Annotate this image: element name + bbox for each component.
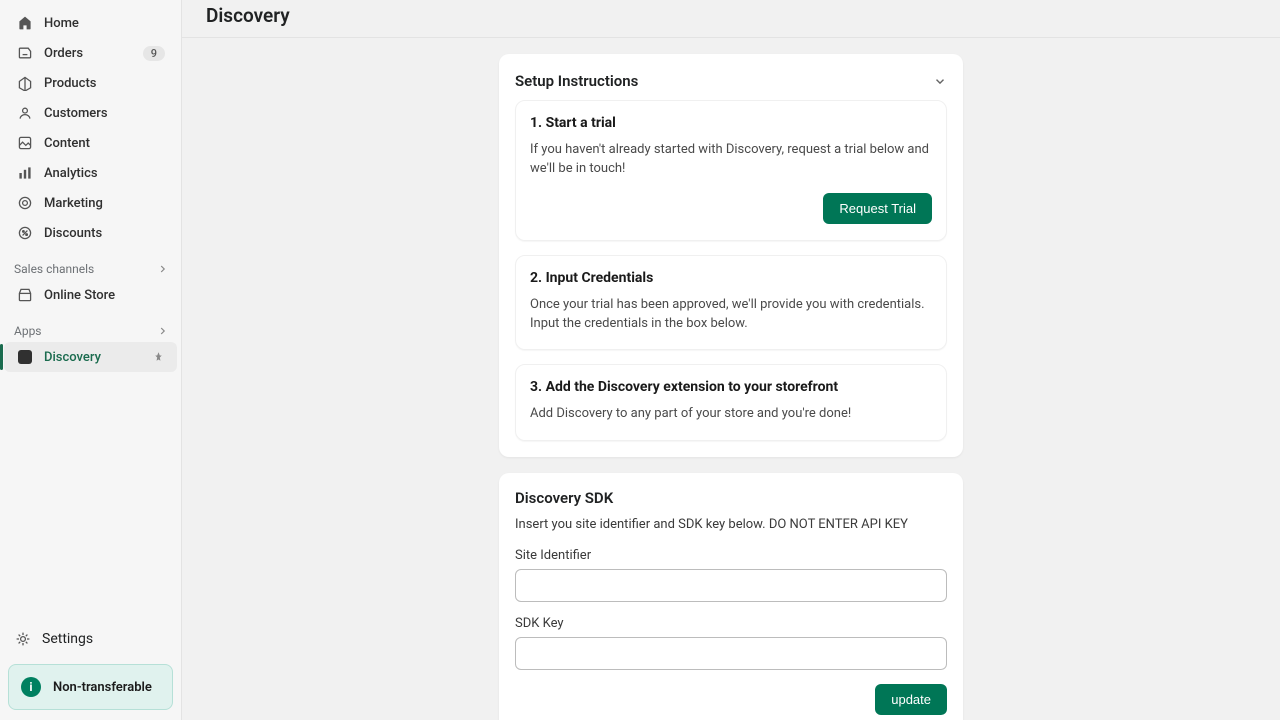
nav-label: Discovery xyxy=(44,350,152,365)
store-icon xyxy=(16,286,34,304)
discounts-icon xyxy=(16,224,34,242)
chevron-right-icon xyxy=(157,325,169,337)
nav-item-app-discovery[interactable]: Discovery xyxy=(4,342,177,372)
info-banner: i Non-transferable xyxy=(8,664,173,710)
sdk-title: Discovery SDK xyxy=(515,489,947,507)
apps-header[interactable]: Apps xyxy=(0,310,181,342)
sdk-card: Discovery SDK Insert you site identifier… xyxy=(499,473,963,720)
step-add-extension: 3. Add the Discovery extension to your s… xyxy=(515,364,947,441)
step-body: Once your trial has been approved, we'll… xyxy=(530,296,932,334)
banner-text: Non-transferable xyxy=(53,680,152,695)
step-start-trial: 1. Start a trial If you haven't already … xyxy=(515,100,947,241)
sidebar: Home Orders 9 Products Customers C xyxy=(0,0,182,720)
orders-badge: 9 xyxy=(143,46,165,61)
step-title: 1. Start a trial xyxy=(530,115,932,131)
nav-item-products[interactable]: Products xyxy=(4,68,177,98)
info-icon: i xyxy=(21,677,41,697)
site-identifier-label: Site Identifier xyxy=(515,548,947,563)
page-title: Discovery xyxy=(206,4,1256,27)
customers-icon xyxy=(16,104,34,122)
nav-item-orders[interactable]: Orders 9 xyxy=(4,38,177,68)
nav-item-analytics[interactable]: Analytics xyxy=(4,158,177,188)
app-icon xyxy=(16,348,34,366)
analytics-icon xyxy=(16,164,34,182)
sales-channels-header[interactable]: Sales channels xyxy=(0,248,181,280)
nav-label: Content xyxy=(44,136,165,151)
step-input-credentials: 2. Input Credentials Once your trial has… xyxy=(515,255,947,351)
sdk-key-field: SDK Key xyxy=(515,616,947,670)
nav-label: Online Store xyxy=(44,288,165,303)
content: Setup Instructions 1. Start a trial If y… xyxy=(182,38,1280,720)
request-trial-button[interactable]: Request Trial xyxy=(823,193,932,224)
nav-item-home[interactable]: Home xyxy=(4,8,177,38)
site-identifier-input[interactable] xyxy=(515,569,947,602)
step-body: If you haven't already started with Disc… xyxy=(530,141,932,179)
nav-label: Analytics xyxy=(44,166,165,181)
content-icon xyxy=(16,134,34,152)
nav-label: Orders xyxy=(44,46,143,61)
card-title: Setup Instructions xyxy=(515,72,638,90)
nav-item-content[interactable]: Content xyxy=(4,128,177,158)
section-label: Sales channels xyxy=(14,262,94,276)
nav-label: Customers xyxy=(44,106,165,121)
nav-label: Home xyxy=(44,16,165,31)
nav-label: Products xyxy=(44,76,165,91)
nav-item-customers[interactable]: Customers xyxy=(4,98,177,128)
nav-item-online-store[interactable]: Online Store xyxy=(4,280,177,310)
setup-instructions-card: Setup Instructions 1. Start a trial If y… xyxy=(499,54,963,457)
sdk-key-input[interactable] xyxy=(515,637,947,670)
nav-list: Home Orders 9 Products Customers C xyxy=(0,8,181,618)
chevron-right-icon xyxy=(157,263,169,275)
step-body: Add Discovery to any part of your store … xyxy=(530,405,932,424)
step-title: 2. Input Credentials xyxy=(530,270,932,286)
marketing-icon xyxy=(16,194,34,212)
gear-icon xyxy=(14,630,32,648)
nav-item-marketing[interactable]: Marketing xyxy=(4,188,177,218)
nav-item-settings[interactable]: Settings xyxy=(8,624,173,654)
main: Discovery Setup Instructions 1. Start a … xyxy=(182,0,1280,720)
page-header: Discovery xyxy=(182,0,1280,38)
chevron-down-icon xyxy=(933,74,947,88)
update-button[interactable]: update xyxy=(875,684,947,715)
home-icon xyxy=(16,14,34,32)
nav-label: Discounts xyxy=(44,226,165,241)
settings-label: Settings xyxy=(42,631,93,647)
site-identifier-field: Site Identifier xyxy=(515,548,947,602)
nav-item-discounts[interactable]: Discounts xyxy=(4,218,177,248)
nav-label: Marketing xyxy=(44,196,165,211)
sdk-desc: Insert you site identifier and SDK key b… xyxy=(515,517,947,532)
sidebar-bottom: Settings i Non-transferable xyxy=(0,618,181,720)
orders-icon xyxy=(16,44,34,62)
sdk-key-label: SDK Key xyxy=(515,616,947,631)
pin-icon[interactable] xyxy=(152,351,165,364)
products-icon xyxy=(16,74,34,92)
section-label: Apps xyxy=(14,324,42,338)
step-title: 3. Add the Discovery extension to your s… xyxy=(530,379,932,395)
card-header[interactable]: Setup Instructions xyxy=(515,70,947,100)
